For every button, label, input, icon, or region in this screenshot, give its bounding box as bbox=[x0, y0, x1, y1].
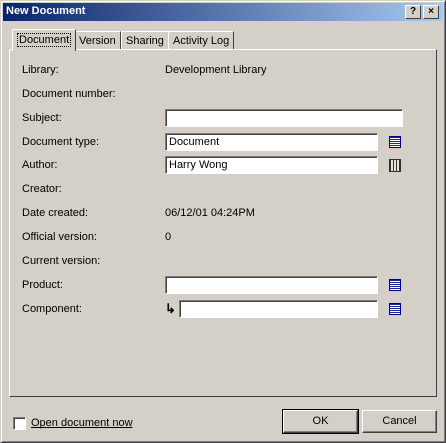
author-address-book-button[interactable] bbox=[387, 156, 403, 174]
component-arrow-icon: ↳ bbox=[165, 301, 176, 316]
document-type-list-button[interactable] bbox=[387, 133, 403, 151]
form-area: Library: Development Library Document nu… bbox=[1, 1, 446, 401]
list-icon bbox=[389, 303, 401, 315]
list-icon bbox=[389, 136, 401, 148]
subject-label: Subject: bbox=[22, 112, 62, 124]
product-input[interactable] bbox=[165, 276, 378, 294]
author-input[interactable]: Harry Wong bbox=[165, 156, 378, 174]
component-label: Component: bbox=[22, 303, 82, 315]
open-document-now-checkbox[interactable] bbox=[13, 417, 26, 430]
date-created-label: Date created: bbox=[22, 207, 89, 219]
document-type-input[interactable]: Document bbox=[165, 133, 378, 151]
library-value: Development Library bbox=[165, 64, 267, 76]
official-version-label: Official version: bbox=[22, 231, 97, 243]
list-icon bbox=[389, 279, 401, 291]
address-book-icon bbox=[389, 158, 401, 172]
library-label: Library: bbox=[22, 64, 59, 76]
ok-button[interactable]: OK bbox=[282, 409, 359, 434]
date-created-value: 06/12/01 04:24PM bbox=[165, 207, 255, 219]
new-document-dialog: New Document ? × Document Version Sharin… bbox=[0, 0, 446, 443]
current-version-label: Current version: bbox=[22, 255, 101, 267]
open-document-now-label[interactable]: Open document now bbox=[31, 417, 133, 429]
cancel-button[interactable]: Cancel bbox=[362, 410, 437, 433]
product-list-button[interactable] bbox=[387, 276, 403, 294]
document-type-label: Document type: bbox=[22, 136, 100, 148]
creator-label: Creator: bbox=[22, 183, 62, 195]
component-input[interactable] bbox=[179, 300, 378, 318]
subject-input[interactable] bbox=[165, 109, 403, 127]
author-label: Author: bbox=[22, 159, 58, 171]
component-list-button[interactable] bbox=[387, 300, 403, 318]
document-number-label: Document number: bbox=[22, 88, 116, 100]
product-label: Product: bbox=[22, 279, 63, 291]
official-version-value: 0 bbox=[165, 231, 172, 243]
